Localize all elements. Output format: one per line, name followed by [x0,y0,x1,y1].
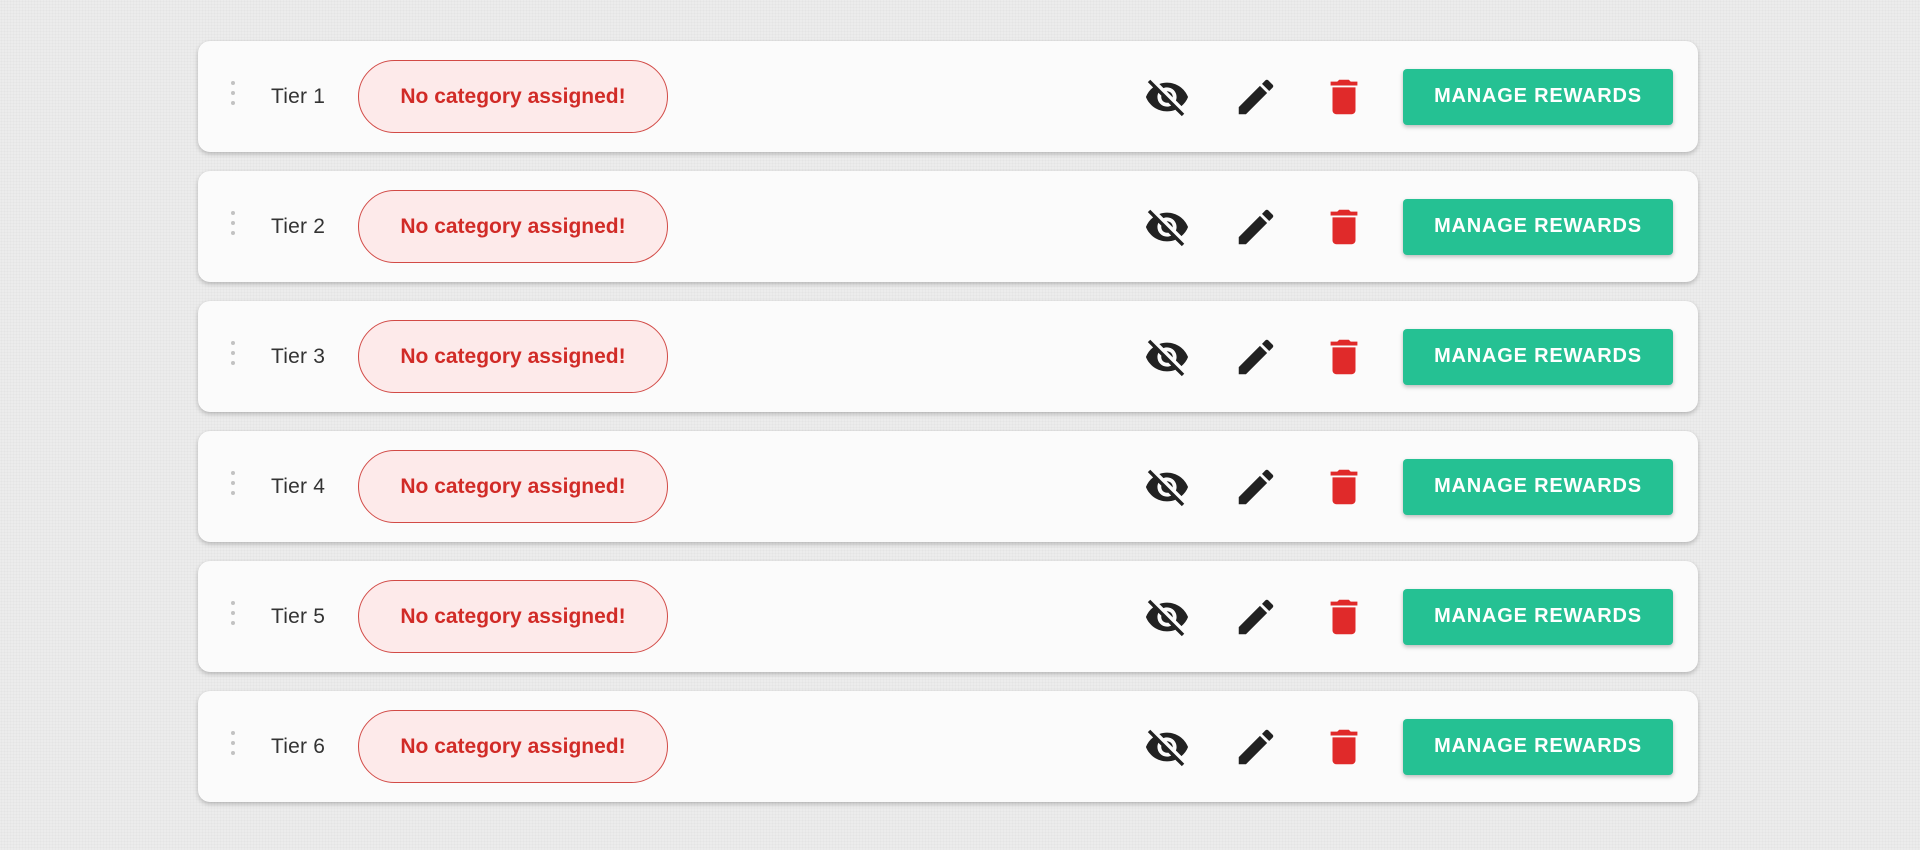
eye-off-icon[interactable] [1143,73,1191,121]
pencil-icon[interactable] [1232,203,1280,251]
trash-icon[interactable] [1320,203,1368,251]
drag-handle-icon[interactable] [230,341,236,365]
tier-row[interactable]: Tier 4 No category assigned! MANAGE REWA… [198,431,1698,542]
tier-label: Tier 6 [271,734,326,758]
eye-off-icon[interactable] [1143,333,1191,381]
manage-rewards-button[interactable]: MANAGE REWARDS [1403,328,1673,385]
tier-label: Tier 3 [271,344,326,368]
pencil-icon[interactable] [1232,723,1280,771]
tier-label: Tier 1 [271,84,326,108]
pencil-icon[interactable] [1232,333,1280,381]
drag-handle-icon[interactable] [230,601,236,625]
eye-off-icon[interactable] [1143,593,1191,641]
category-status-badge: No category assigned! [358,190,668,263]
drag-handle-icon[interactable] [230,731,236,755]
category-status-badge: No category assigned! [358,580,668,653]
tier-label: Tier 4 [271,474,326,498]
tier-label: Tier 5 [271,604,326,628]
manage-rewards-button[interactable]: MANAGE REWARDS [1403,198,1673,255]
pencil-icon[interactable] [1232,463,1280,511]
category-status-badge: No category assigned! [358,450,668,523]
tier-label: Tier 2 [271,214,326,238]
trash-icon[interactable] [1320,593,1368,641]
drag-handle-icon[interactable] [230,81,236,105]
pencil-icon[interactable] [1232,593,1280,641]
trash-icon[interactable] [1320,333,1368,381]
eye-off-icon[interactable] [1143,463,1191,511]
trash-icon[interactable] [1320,73,1368,121]
trash-icon[interactable] [1320,463,1368,511]
trash-icon[interactable] [1320,723,1368,771]
tier-row[interactable]: Tier 6 No category assigned! MANAGE REWA… [198,691,1698,802]
eye-off-icon[interactable] [1143,203,1191,251]
drag-handle-icon[interactable] [230,471,236,495]
manage-rewards-button[interactable]: MANAGE REWARDS [1403,718,1673,775]
category-status-badge: No category assigned! [358,60,668,133]
tier-row[interactable]: Tier 3 No category assigned! MANAGE REWA… [198,301,1698,412]
drag-handle-icon[interactable] [230,211,236,235]
tier-list: Tier 1 No category assigned! MANAGE REWA… [198,41,1698,821]
tier-row[interactable]: Tier 1 No category assigned! MANAGE REWA… [198,41,1698,152]
category-status-badge: No category assigned! [358,320,668,393]
manage-rewards-button[interactable]: MANAGE REWARDS [1403,588,1673,645]
manage-rewards-button[interactable]: MANAGE REWARDS [1403,458,1673,515]
eye-off-icon[interactable] [1143,723,1191,771]
category-status-badge: No category assigned! [358,710,668,783]
manage-rewards-button[interactable]: MANAGE REWARDS [1403,68,1673,125]
tier-row[interactable]: Tier 5 No category assigned! MANAGE REWA… [198,561,1698,672]
pencil-icon[interactable] [1232,73,1280,121]
tier-row[interactable]: Tier 2 No category assigned! MANAGE REWA… [198,171,1698,282]
